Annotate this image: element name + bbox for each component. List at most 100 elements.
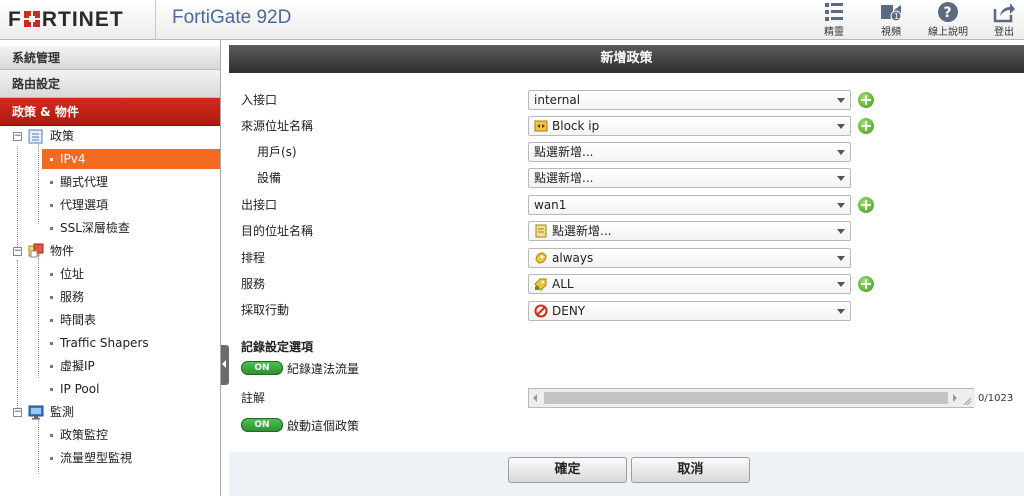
tree-node-policy[interactable]: 政策 xyxy=(50,126,74,146)
action-select[interactable]: DENY xyxy=(528,301,851,321)
tree-node-addresses[interactable]: 位址 xyxy=(60,264,84,284)
tree-bullet xyxy=(50,319,53,322)
destination-address-select[interactable]: 點選新增... xyxy=(528,221,851,241)
users-select[interactable]: 點選新增... xyxy=(528,142,851,162)
enable-policy-label: 啟動這個政策 xyxy=(287,419,360,433)
monitor-expander[interactable]: − xyxy=(13,408,22,417)
tree-node-ip-pool[interactable]: IP Pool xyxy=(60,379,99,399)
logo-divider xyxy=(155,0,156,40)
sidebar-section-policy-objects[interactable]: 政策 & 物件 xyxy=(0,98,220,126)
page-title: 新增政策 xyxy=(229,45,1024,73)
svg-text:1: 1 xyxy=(894,12,899,21)
tree-node-ssl-inspection[interactable]: SSL深層檢查 xyxy=(60,218,130,238)
tree-line xyxy=(17,260,18,412)
source-address-select[interactable]: Block ip xyxy=(528,116,851,136)
sidebar-section-system[interactable]: 系統管理 xyxy=(0,46,220,70)
enable-policy-toggle[interactable]: ON xyxy=(241,418,283,432)
tree-line xyxy=(38,144,39,224)
log-violation-toggle[interactable]: ON xyxy=(241,361,283,375)
ok-button[interactable]: 確定 xyxy=(508,457,627,483)
svg-text:?: ? xyxy=(944,5,952,21)
outgoing-interface-select[interactable]: wan1 xyxy=(528,195,851,215)
tree-node-schedules[interactable]: 時間表 xyxy=(60,310,96,330)
policy-expander[interactable]: − xyxy=(13,132,22,141)
action-label: 採取行動 xyxy=(241,303,290,317)
cancel-button[interactable]: 取消 xyxy=(631,457,750,483)
tree-line xyxy=(38,420,39,474)
destination-address-value: 點選新增... xyxy=(552,224,612,238)
tree-node-services[interactable]: 服務 xyxy=(60,287,84,307)
logging-options-title: 記錄設定選項 xyxy=(241,340,314,354)
tree-line xyxy=(17,146,18,251)
address-icon xyxy=(535,224,547,238)
users-label: 用戶(s) xyxy=(257,145,297,159)
tree-node-shaper-monitor[interactable]: 流量塑型監視 xyxy=(60,448,132,468)
chevron-down-icon xyxy=(837,176,845,181)
chevron-down-icon xyxy=(837,203,845,208)
schedule-icon xyxy=(535,252,547,264)
tree-node-explicit-proxy[interactable]: 顯式代理 xyxy=(60,172,108,192)
service-value: ALL xyxy=(552,277,574,291)
scrollbar-thumb[interactable] xyxy=(544,392,948,404)
log-violation-toggle-text: ON xyxy=(254,363,270,373)
tree-node-policy-monitor[interactable]: 政策監控 xyxy=(60,425,108,445)
help-label: 線上說明 xyxy=(928,27,968,38)
chevron-down-icon xyxy=(837,124,845,129)
tree-node-objects[interactable]: 物件 xyxy=(50,241,74,261)
service-label: 服務 xyxy=(241,277,266,291)
objects-expander[interactable]: − xyxy=(13,247,22,256)
devices-select[interactable]: 點選新增... xyxy=(528,168,851,188)
logout-label: 登出 xyxy=(994,27,1014,38)
add-outgoing-interface-button[interactable] xyxy=(858,197,874,213)
main-panel: 新增政策 入接口 internal 來源位址名稱 Block ip 用戶(s) … xyxy=(229,40,1024,496)
add-source-address-button[interactable] xyxy=(858,118,874,134)
add-service-button[interactable] xyxy=(858,276,874,292)
sidebar-section-router[interactable]: 路由設定 xyxy=(0,70,220,98)
action-value: DENY xyxy=(552,304,586,318)
tree-bullet xyxy=(50,457,53,460)
resize-grip-icon[interactable] xyxy=(962,396,972,406)
source-address-label: 來源位址名稱 xyxy=(241,119,314,133)
deny-icon xyxy=(534,304,548,318)
service-select[interactable]: ALL xyxy=(528,274,851,294)
comments-label: 註解 xyxy=(241,391,266,405)
tree-bullet xyxy=(50,204,53,207)
chevron-down-icon xyxy=(837,229,845,234)
scroll-right-icon[interactable] xyxy=(953,394,957,402)
tree-node-traffic-shapers[interactable]: Traffic Shapers xyxy=(60,333,149,353)
tree-bullet xyxy=(50,434,53,437)
tree-node-virtual-ip[interactable]: 虛擬IP xyxy=(60,356,95,376)
incoming-interface-select[interactable]: internal xyxy=(528,90,851,110)
help-button[interactable]: ? 線上說明 xyxy=(926,1,970,39)
source-address-value: Block ip xyxy=(552,119,600,133)
video-button[interactable]: 1 視頻 xyxy=(869,1,913,39)
add-incoming-interface-button[interactable] xyxy=(858,92,874,108)
incoming-interface-label: 入接口 xyxy=(241,93,278,107)
tree-node-proxy-options[interactable]: 代理選項 xyxy=(60,195,108,215)
comments-char-counter: 0/1023 xyxy=(978,393,1014,404)
comments-textarea[interactable] xyxy=(528,388,975,408)
scroll-left-icon[interactable] xyxy=(533,394,537,402)
address-group-icon xyxy=(534,120,548,132)
tree-bullet xyxy=(50,365,53,368)
tree-node-ipv4[interactable]: IPv4 xyxy=(42,149,220,169)
tree-line xyxy=(38,258,39,378)
objects-icon xyxy=(28,243,44,258)
tree-node-monitor[interactable]: 監測 xyxy=(50,402,74,422)
comments-scrollbar[interactable] xyxy=(529,389,975,407)
devices-label: 設備 xyxy=(257,171,282,185)
users-value: 點選新增... xyxy=(534,145,594,159)
log-violation-label: 紀錄違法流量 xyxy=(287,362,360,376)
schedule-select[interactable]: always xyxy=(528,248,851,268)
video-label: 視頻 xyxy=(881,27,901,38)
policy-folder-icon xyxy=(28,129,43,144)
sidebar-collapse-handle[interactable] xyxy=(221,345,229,385)
fortinet-logo: F RTINET xyxy=(8,8,124,31)
chevron-down-icon xyxy=(837,256,845,261)
chevron-down-icon xyxy=(837,282,845,287)
video-icon: 1 xyxy=(881,5,902,22)
logout-button[interactable]: 登出 xyxy=(982,1,1024,39)
destination-address-label: 目的位址名稱 xyxy=(241,224,314,238)
wizard-button[interactable]: 精靈 xyxy=(812,1,856,39)
tree-bullet xyxy=(50,227,53,230)
